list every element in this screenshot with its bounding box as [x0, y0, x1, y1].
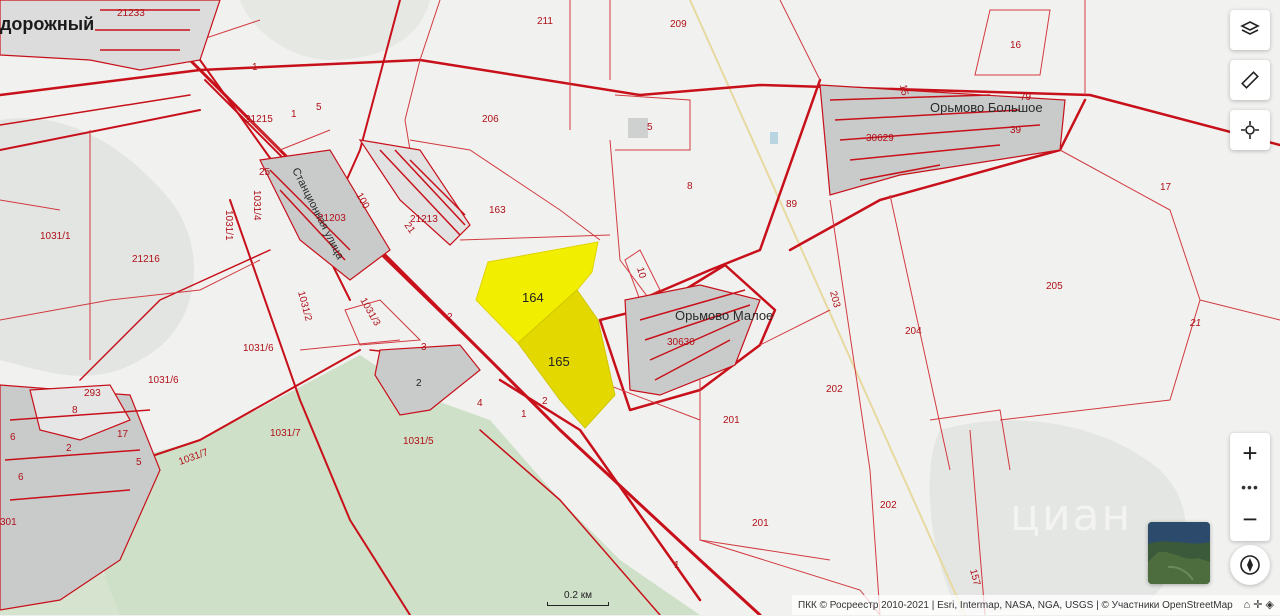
- parcel-label: 301: [0, 517, 17, 528]
- parcel-label: 206: [482, 114, 499, 125]
- parcel-label: 1: [252, 62, 258, 73]
- scale-label: 0.2 км: [564, 590, 592, 601]
- attribution-text: ПКК © Росреестр 2010-2021 | Esri, Interm…: [798, 600, 1233, 611]
- parcel-label: 165: [548, 354, 570, 369]
- parcel-label: 1031/6: [243, 343, 274, 354]
- ruler-icon: [1241, 71, 1259, 89]
- parcel-label: 21216: [132, 254, 160, 265]
- layers-button[interactable]: [1230, 10, 1270, 50]
- parcel-label: 5: [647, 122, 653, 133]
- parcel-label: 1031/7: [270, 428, 301, 439]
- parcel-label: 5: [136, 457, 142, 468]
- locate-button[interactable]: [1230, 110, 1270, 150]
- parcel-label: 205: [1046, 281, 1063, 292]
- parcel-label: 1031/1: [223, 210, 234, 241]
- parcel-label: 8: [72, 405, 78, 416]
- parcel-label: 2: [416, 378, 422, 389]
- parcel-label: 21233: [117, 8, 145, 19]
- scale-bar: 0.2 км: [547, 590, 609, 606]
- parcel-label: 21215: [245, 114, 273, 125]
- basemap-switcher[interactable]: [1148, 522, 1210, 584]
- parcel-label: 164: [522, 290, 544, 305]
- watermark: циан: [1010, 490, 1133, 541]
- parcel-label: 21213: [410, 214, 438, 225]
- zoom-more-button[interactable]: •••: [1230, 477, 1270, 497]
- crosshair-icon: [1241, 121, 1259, 139]
- scale-line: [547, 602, 609, 606]
- parcel-label: 16: [1010, 40, 1022, 51]
- parcel-label: 79: [1020, 92, 1032, 103]
- parcel-label: 201: [752, 518, 769, 529]
- compass-button[interactable]: [1230, 545, 1270, 585]
- parcel-label: 6: [10, 432, 16, 443]
- parcel-label: 204: [905, 326, 922, 337]
- parcel-label: 17: [117, 429, 129, 440]
- compass-small-icon[interactable]: ◈: [1266, 599, 1274, 611]
- parcel-label: 2: [66, 443, 72, 454]
- zoom-in-button[interactable]: +: [1230, 433, 1270, 473]
- parcel-label: 1: [674, 560, 680, 571]
- zoom-out-button[interactable]: −: [1230, 499, 1270, 539]
- parcel-label: 2: [447, 312, 453, 323]
- parcel-label: 202: [826, 384, 843, 395]
- parcel-label: 39: [1010, 125, 1022, 136]
- parcel-label: 21: [1189, 318, 1201, 329]
- parcel-label: 1031/1: [40, 231, 71, 242]
- place-label: дорожный: [0, 14, 94, 34]
- layers-icon: [1240, 21, 1260, 35]
- parcel-label: 25: [259, 167, 271, 178]
- zoom-control: + ••• −: [1230, 433, 1270, 541]
- compass-icon: [1240, 555, 1260, 575]
- parcel-label: 4: [477, 398, 483, 409]
- crosshair-small-icon[interactable]: ✛: [1253, 599, 1262, 611]
- parcel-label: 211: [537, 16, 553, 27]
- parcel-label: 2: [542, 396, 548, 407]
- ruler-button[interactable]: [1230, 60, 1270, 100]
- parcel-label: 8: [687, 181, 693, 192]
- home-icon[interactable]: ⌂: [1244, 599, 1251, 611]
- parcel-label: 5: [316, 102, 322, 113]
- satellite-thumbnail: [1148, 522, 1210, 584]
- parcel-label: 30629: [866, 133, 894, 144]
- parcel-label: 30630: [667, 337, 695, 348]
- parcel-label: 163: [489, 205, 506, 216]
- attribution-bar: ПКК © Росреестр 2010-2021 | Esri, Interm…: [792, 595, 1280, 615]
- parcel-label: 6: [18, 472, 24, 483]
- parcel-label: 89: [786, 199, 798, 210]
- place-label: Орьмово Малое: [675, 308, 773, 323]
- parcel-label: 17: [1160, 182, 1172, 193]
- parcel-label: 3: [421, 342, 427, 353]
- parcel-label: 1: [291, 109, 297, 120]
- parcel-label: 1: [521, 409, 527, 420]
- parcel-label: 1031/4: [251, 190, 262, 221]
- parcel-label: 201: [723, 415, 740, 426]
- parcel-label: 209: [670, 19, 687, 30]
- parcel-label: 293: [84, 388, 101, 399]
- parcel-label: 1031/6: [148, 375, 179, 386]
- parcel-label: 21203: [318, 213, 346, 224]
- parcel-label: 1031/5: [403, 436, 434, 447]
- parcel-label: 202: [880, 500, 897, 511]
